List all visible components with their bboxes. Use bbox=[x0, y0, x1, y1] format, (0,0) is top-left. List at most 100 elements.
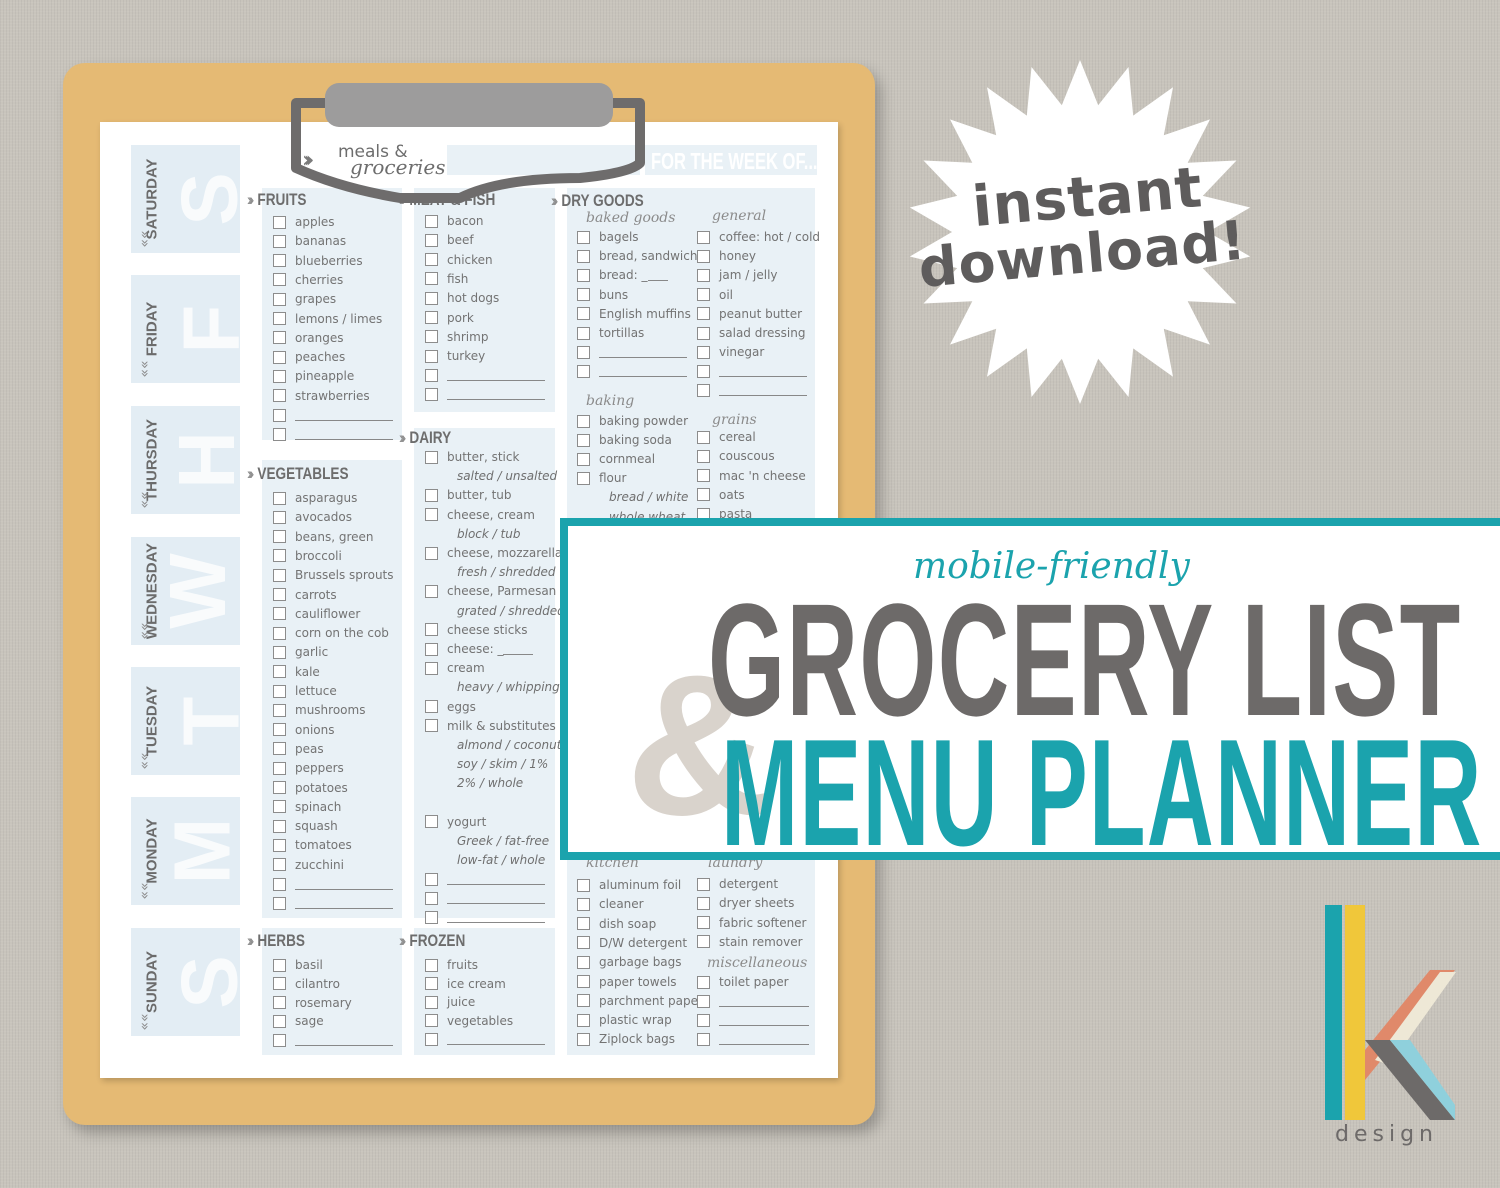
checkbox[interactable] bbox=[273, 761, 286, 775]
list-item[interactable]: stain remover bbox=[697, 933, 803, 951]
checkbox[interactable] bbox=[273, 254, 286, 268]
checkbox[interactable] bbox=[273, 977, 286, 991]
checkbox[interactable] bbox=[577, 471, 590, 485]
list-item[interactable]: oil bbox=[697, 286, 733, 304]
list-item[interactable]: bread, sandwich bbox=[577, 247, 697, 265]
list-item[interactable]: rosemary bbox=[273, 994, 352, 1012]
write-in-line[interactable] bbox=[447, 883, 545, 885]
list-item[interactable]: shrimp bbox=[425, 328, 488, 346]
list-item[interactable]: parchment paper bbox=[577, 992, 703, 1010]
checkbox[interactable] bbox=[697, 449, 710, 463]
list-item[interactable] bbox=[697, 992, 809, 1010]
list-item[interactable]: aluminum foil bbox=[577, 876, 681, 894]
checkbox[interactable] bbox=[273, 588, 286, 601]
list-item[interactable]: yogurt bbox=[425, 813, 486, 831]
list-item[interactable]: pineapple bbox=[273, 367, 354, 385]
checkbox[interactable] bbox=[273, 273, 286, 287]
list-item[interactable]: bagels bbox=[577, 228, 639, 246]
write-in-line[interactable] bbox=[447, 379, 545, 381]
checkbox[interactable] bbox=[425, 995, 438, 1009]
checkbox[interactable] bbox=[425, 272, 438, 286]
checkbox[interactable] bbox=[425, 872, 438, 886]
checkbox[interactable] bbox=[273, 800, 286, 814]
write-in-line[interactable] bbox=[719, 1043, 809, 1045]
checkbox[interactable] bbox=[697, 994, 710, 1008]
list-item[interactable]: fabric softener bbox=[697, 914, 807, 932]
checkbox[interactable] bbox=[697, 896, 710, 910]
list-item[interactable] bbox=[577, 362, 687, 380]
list-item[interactable]: oranges bbox=[273, 329, 344, 347]
list-item[interactable]: corn on the cob bbox=[273, 624, 389, 642]
checkbox[interactable] bbox=[425, 719, 438, 733]
list-item[interactable]: broccoli bbox=[273, 547, 342, 565]
list-item[interactable] bbox=[425, 870, 545, 888]
checkbox[interactable] bbox=[425, 291, 438, 305]
list-item[interactable]: pork bbox=[425, 309, 474, 327]
list-item[interactable]: garlic bbox=[273, 643, 328, 661]
list-item[interactable] bbox=[425, 1030, 545, 1048]
list-item[interactable]: cleaner bbox=[577, 895, 644, 913]
checkbox[interactable] bbox=[577, 1032, 590, 1046]
checkbox[interactable] bbox=[697, 975, 710, 989]
list-item[interactable]: bananas bbox=[273, 232, 346, 250]
write-in-line[interactable] bbox=[295, 907, 393, 909]
list-item[interactable]: jam / jelly bbox=[697, 266, 778, 284]
write-in-line[interactable] bbox=[295, 1044, 393, 1046]
checkbox[interactable] bbox=[273, 877, 286, 891]
checkbox[interactable] bbox=[425, 623, 438, 637]
list-item[interactable]: baking powder bbox=[577, 412, 688, 430]
list-item[interactable]: plastic wrap bbox=[577, 1011, 672, 1029]
list-item[interactable] bbox=[273, 894, 393, 912]
list-item[interactable] bbox=[697, 382, 807, 400]
list-item[interactable]: onions bbox=[273, 721, 334, 739]
checkbox[interactable] bbox=[697, 469, 710, 483]
checkbox[interactable] bbox=[577, 414, 590, 428]
checkbox[interactable] bbox=[273, 896, 286, 910]
list-item[interactable]: juice bbox=[425, 993, 475, 1011]
checkbox[interactable] bbox=[577, 307, 590, 321]
checkbox[interactable] bbox=[577, 326, 590, 340]
list-item[interactable]: squash bbox=[273, 817, 338, 835]
list-item[interactable]: D/W detergent bbox=[577, 934, 687, 952]
list-item[interactable] bbox=[273, 1031, 393, 1049]
checkbox[interactable] bbox=[273, 491, 286, 505]
checkbox[interactable] bbox=[697, 230, 710, 244]
list-item[interactable]: salad dressing bbox=[697, 324, 805, 342]
checkbox[interactable] bbox=[425, 958, 438, 972]
checkbox[interactable] bbox=[697, 307, 710, 321]
checkbox[interactable] bbox=[273, 607, 286, 621]
list-item[interactable]: cilantro bbox=[273, 975, 340, 993]
list-item[interactable]: beef bbox=[425, 231, 474, 249]
checkbox[interactable] bbox=[577, 936, 590, 950]
list-item[interactable]: vinegar bbox=[697, 343, 764, 361]
list-item[interactable]: chicken bbox=[425, 251, 493, 269]
checkbox[interactable] bbox=[273, 742, 286, 756]
checkbox[interactable] bbox=[273, 819, 286, 833]
list-item[interactable]: cornmeal bbox=[577, 450, 655, 468]
list-item[interactable]: turkey bbox=[425, 347, 485, 365]
checkbox[interactable] bbox=[273, 703, 286, 717]
list-item[interactable] bbox=[273, 425, 393, 443]
checkbox[interactable] bbox=[697, 288, 710, 302]
checkbox[interactable] bbox=[577, 452, 590, 466]
checkbox[interactable] bbox=[577, 917, 590, 931]
list-item[interactable]: garbage bags bbox=[577, 953, 682, 971]
checkbox[interactable] bbox=[273, 723, 286, 737]
checkbox[interactable] bbox=[273, 645, 286, 659]
list-item[interactable]: vegetables bbox=[425, 1012, 513, 1030]
list-item[interactable]: buns bbox=[577, 286, 628, 304]
list-item[interactable]: spinach bbox=[273, 798, 341, 816]
list-item[interactable]: strawberries bbox=[273, 387, 370, 405]
list-item[interactable]: grapes bbox=[273, 290, 336, 308]
write-in-line[interactable] bbox=[295, 438, 393, 440]
write-in-line[interactable] bbox=[447, 1043, 545, 1045]
checkbox[interactable] bbox=[577, 288, 590, 302]
list-item[interactable]: carrots bbox=[273, 586, 337, 604]
checkbox[interactable] bbox=[425, 488, 438, 502]
checkbox[interactable] bbox=[577, 994, 590, 1008]
checkbox[interactable] bbox=[425, 508, 438, 522]
checkbox[interactable] bbox=[273, 684, 286, 698]
list-item[interactable] bbox=[273, 875, 393, 893]
checkbox[interactable] bbox=[425, 977, 438, 991]
list-item[interactable]: couscous bbox=[697, 447, 775, 465]
